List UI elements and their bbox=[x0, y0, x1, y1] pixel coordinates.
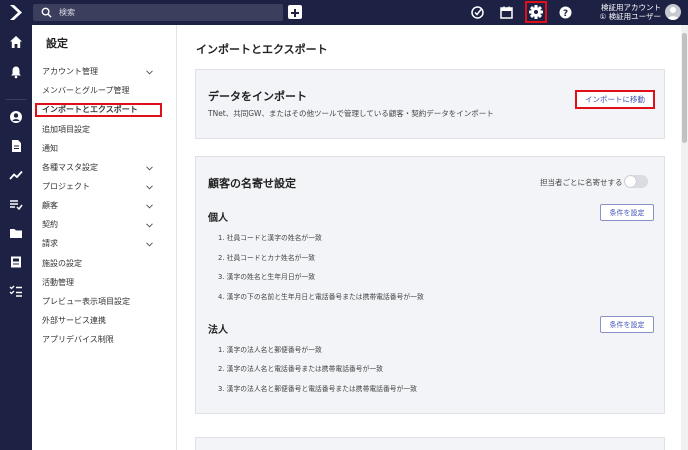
individual-rule-item: 4. 漢字の下の名前と生年月日と電話番号または携帯電話番号が一致 bbox=[218, 293, 424, 301]
chevron-down-icon[interactable] bbox=[146, 223, 153, 228]
individual-rule-item: 2. 社員コードとカナ姓名が一致 bbox=[218, 254, 316, 262]
rail-divider bbox=[6, 99, 26, 100]
check-circle-icon[interactable] bbox=[469, 4, 486, 21]
import-card: データをインポート TNet、共同GW、またはその他ツールで管理している顧客・契… bbox=[195, 69, 665, 139]
menu-item-billing[interactable]: 請求 bbox=[40, 237, 160, 251]
corporate-set-condition-button[interactable]: 条件を設定 bbox=[600, 316, 654, 333]
menu-item-custom-fields[interactable]: 追加項目設定 bbox=[40, 123, 160, 137]
menu-item-facilities[interactable]: 施設の設定 bbox=[40, 257, 160, 271]
bell-icon[interactable] bbox=[9, 65, 23, 79]
merge-settings-card: 顧客の名寄せ設定 担当者ごとに名寄せする 個人 条件を設定 1. 社員コードと漢… bbox=[195, 156, 665, 414]
document-icon[interactable] bbox=[9, 139, 23, 153]
plus-icon bbox=[291, 9, 299, 17]
individual-set-condition-button[interactable]: 条件を設定 bbox=[600, 204, 654, 221]
search-input[interactable] bbox=[59, 5, 259, 20]
help-icon[interactable]: ? bbox=[557, 4, 574, 21]
home-icon[interactable] bbox=[9, 35, 23, 49]
go-to-import-button[interactable]: インポートに移動 bbox=[575, 90, 655, 109]
settings-button[interactable] bbox=[525, 1, 547, 23]
settings-menu: 設定 アカウント管理 メンバーとグループ管理 インポートとエクスポート 追加項目… bbox=[32, 25, 177, 450]
checklist-icon[interactable] bbox=[9, 284, 23, 298]
next-card bbox=[195, 437, 665, 450]
menu-item-preview-fields[interactable]: プレビュー表示項目設定 bbox=[40, 295, 160, 309]
corporate-rule-item: 3. 漢字の法人名と郵便番号と電話番号または携帯電話番号が一致 bbox=[218, 385, 417, 393]
chevron-down-icon[interactable] bbox=[146, 242, 153, 247]
menu-item-device-restriction[interactable]: アプリデバイス制限 bbox=[40, 333, 160, 347]
menu-item-projects[interactable]: プロジェクト bbox=[40, 180, 160, 194]
menu-item-contracts[interactable]: 契約 bbox=[40, 218, 160, 232]
scrollbar-thumb[interactable] bbox=[682, 33, 687, 143]
import-card-description: TNet、共同GW、またはその他ツールで管理している顧客・契約データをインポート bbox=[208, 109, 494, 118]
account-info[interactable]: 検証用アカウント ① 検証用ユーザー bbox=[591, 3, 661, 21]
menu-item-account[interactable]: アカウント管理 bbox=[40, 65, 160, 79]
menu-item-activities[interactable]: 活動管理 bbox=[40, 276, 160, 290]
chevron-down-icon[interactable] bbox=[146, 166, 153, 171]
search-box[interactable] bbox=[33, 4, 283, 21]
trend-icon[interactable] bbox=[9, 168, 23, 182]
corporate-rule-item: 2. 漢字の法人名と電話番号または携帯電話番号が一致 bbox=[218, 365, 383, 373]
individual-rule-item: 3. 漢字の姓名と生年月日が一致 bbox=[218, 273, 316, 281]
merge-toggle-label: 担当者ごとに名寄せする bbox=[540, 178, 623, 187]
calendar-icon[interactable] bbox=[498, 4, 515, 21]
menu-item-masters[interactable]: 各種マスタ設定 bbox=[40, 161, 160, 175]
menu-item-import-export[interactable]: インポートとエクスポート bbox=[35, 103, 162, 117]
corporate-title: 法人 bbox=[208, 325, 228, 336]
menu-item-integrations[interactable]: 外部サービス連携 bbox=[40, 314, 160, 328]
scrollbar[interactable] bbox=[681, 25, 688, 450]
person-icon[interactable] bbox=[9, 110, 23, 124]
folder-icon[interactable] bbox=[9, 226, 23, 240]
svg-text:?: ? bbox=[563, 9, 568, 19]
menu-item-customers[interactable]: 顧客 bbox=[40, 199, 160, 213]
main-content: インポートとエクスポート データをインポート TNet、共同GW、またはその他ツ… bbox=[177, 25, 681, 450]
search-icon bbox=[41, 7, 52, 18]
avatar[interactable] bbox=[665, 4, 681, 20]
list-icon[interactable] bbox=[9, 197, 23, 211]
merge-by-owner-toggle[interactable] bbox=[624, 175, 648, 188]
page-title: インポートとエクスポート bbox=[196, 43, 328, 56]
toggle-knob bbox=[625, 176, 636, 187]
merge-settings-title: 顧客の名寄せ設定 bbox=[208, 177, 296, 190]
menu-item-notifications[interactable]: 通知 bbox=[40, 142, 160, 156]
individual-title: 個人 bbox=[208, 213, 228, 224]
individual-rule-item: 1. 社員コードと漢字の姓名が一致 bbox=[218, 234, 322, 242]
logo-icon[interactable] bbox=[7, 4, 25, 21]
menu-title: 設定 bbox=[46, 37, 68, 50]
chevron-down-icon[interactable] bbox=[146, 204, 153, 209]
gear-icon bbox=[529, 5, 543, 19]
user-avatar-icon bbox=[667, 7, 679, 20]
top-bar: ? 検証用アカウント ① 検証用ユーザー bbox=[0, 0, 688, 25]
user-name: ① 検証用ユーザー bbox=[599, 12, 661, 21]
chevron-down-icon[interactable] bbox=[146, 185, 153, 190]
menu-item-members[interactable]: メンバーとグループ管理 bbox=[40, 84, 160, 98]
import-card-title: データをインポート bbox=[208, 90, 307, 103]
book-icon[interactable] bbox=[9, 255, 23, 269]
icon-rail bbox=[0, 25, 32, 450]
add-button[interactable] bbox=[288, 5, 302, 19]
account-name: 検証用アカウント bbox=[601, 3, 661, 12]
corporate-rule-item: 1. 漢字の法人名と郵便番号が一致 bbox=[218, 346, 322, 354]
chevron-down-icon[interactable] bbox=[146, 70, 153, 75]
